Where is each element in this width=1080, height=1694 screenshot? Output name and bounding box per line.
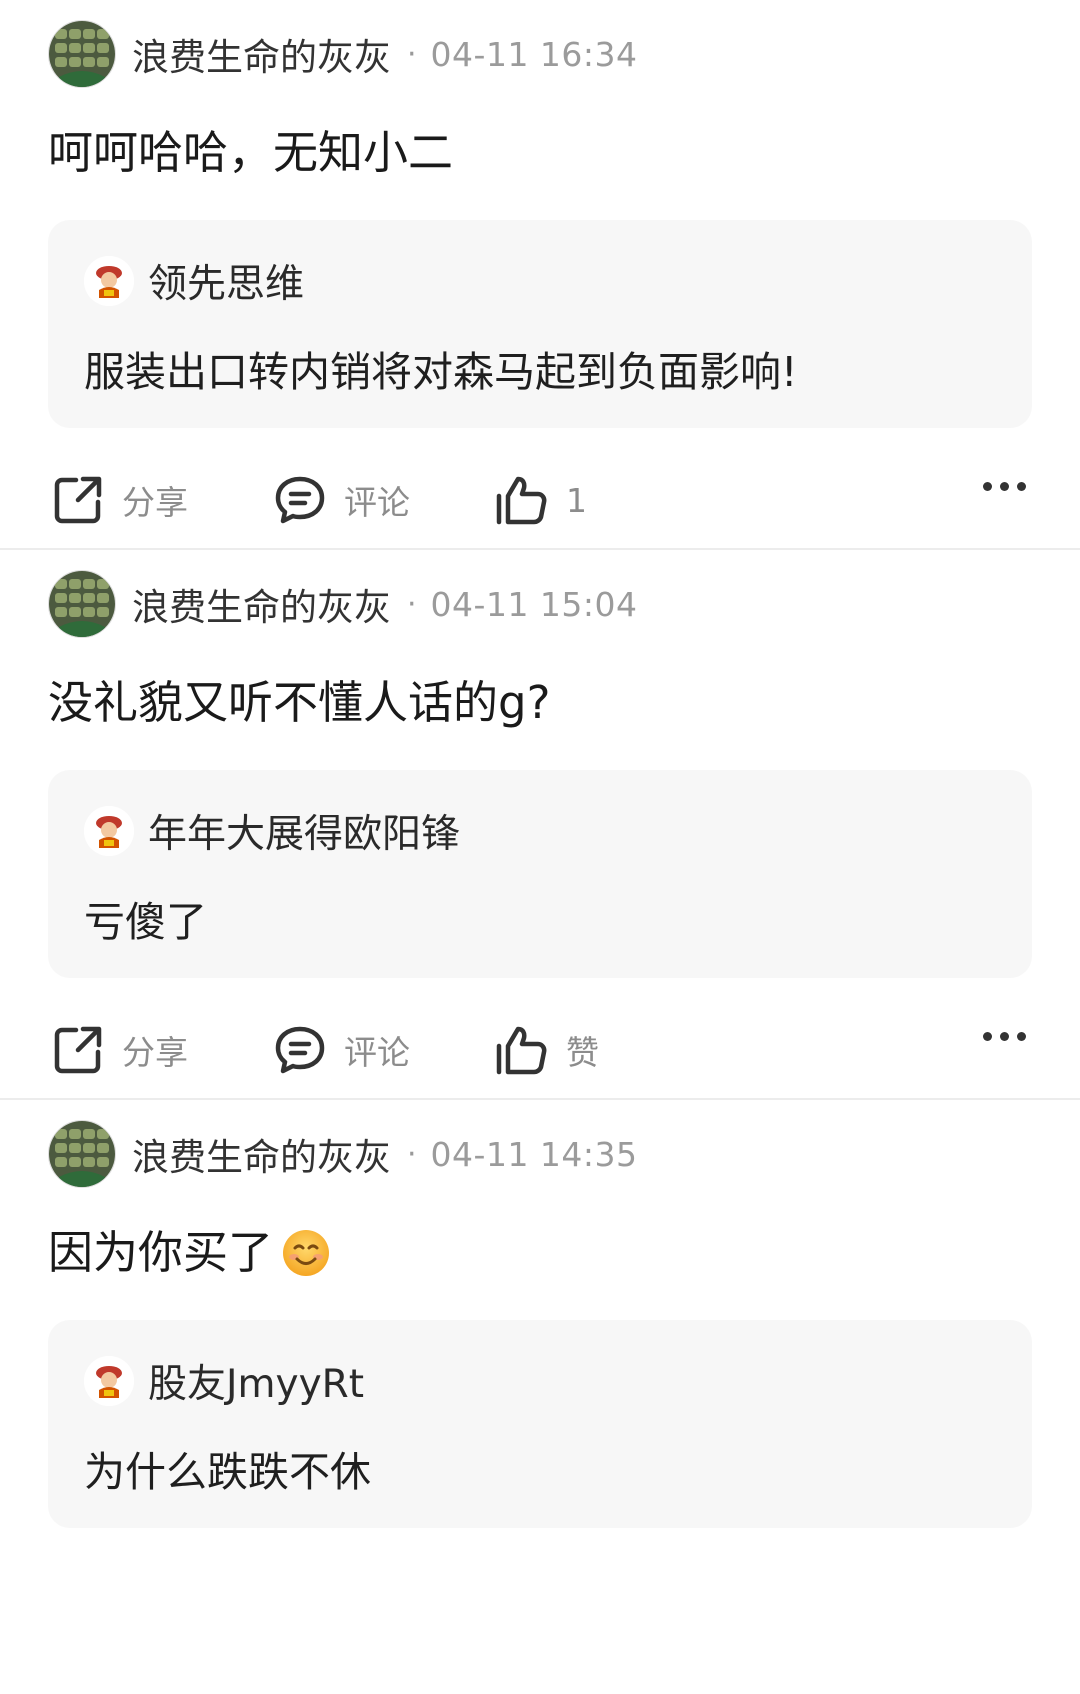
action-bar: 分享 评论 赞 [48,1008,1032,1098]
post-header: 浪费生命的灰灰 · 04-11 15:04 [48,568,1032,640]
like-label: 赞 [566,1033,599,1072]
like-count: 1 [566,480,587,520]
share-label: 分享 [122,1033,188,1072]
thumbs-up-icon [496,1026,547,1075]
quoted-text: 为什么跌跌不休 [84,1448,371,1496]
share-icon [54,476,102,524]
quoted-post[interactable]: 股友JmyyRt 为什么跌跌不休 [48,1320,1032,1528]
quoted-post[interactable]: 领先思维 服装出口转内销将对森马起到负面影响! [48,220,1032,428]
share-button[interactable]: 分享 [52,474,188,526]
post-header: 浪费生命的灰灰 · 04-11 14:35 [48,1118,1032,1190]
quoted-avatar[interactable] [84,1356,134,1406]
quoted-avatar[interactable] [84,806,134,856]
quoted-username[interactable]: 股友JmyyRt [148,1353,364,1409]
comment-button[interactable]: 评论 [274,474,410,526]
author-name[interactable]: 浪费生命的灰灰 [132,577,391,631]
more-options-icon[interactable] [983,482,1026,491]
post-item[interactable]: 浪费生命的灰灰 · 04-11 15:04 没礼貌又听不懂人话的g? 年年大展得… [0,550,1080,1098]
thumbs-up-icon [496,476,547,525]
author-name[interactable]: 浪费生命的灰灰 [132,1127,391,1181]
quoted-text: 服装出口转内销将对森马起到负面影响! [84,348,798,396]
post-text: 因为你买了 [48,1226,274,1279]
quoted-username[interactable]: 年年大展得欧阳锋 [148,803,460,859]
quoted-avatar[interactable] [84,256,134,306]
post-header: 浪费生命的灰灰 · 04-11 16:34 [48,18,1032,90]
comment-button[interactable]: 评论 [274,1024,410,1076]
quoted-username[interactable]: 领先思维 [148,253,304,309]
share-label: 分享 [122,483,188,522]
post-text: 呵呵哈哈，无知小二 [48,126,454,179]
share-button[interactable]: 分享 [52,1024,188,1076]
comment-icon [275,476,325,524]
action-bar: 分享 评论 1 [48,458,1032,548]
comment-label: 评论 [344,1033,410,1072]
comment-label: 评论 [344,483,410,522]
smile-emoji-icon [283,1230,330,1276]
separator-dot: · [407,1136,417,1172]
post-item[interactable]: 浪费生命的灰灰 · 04-11 14:35 因为你买了 股友JmyyRt 为什么… [0,1100,1080,1528]
avatar[interactable] [48,570,116,638]
more-options-icon[interactable] [983,1032,1026,1041]
share-icon [54,1026,102,1074]
timestamp: 04-11 14:35 [430,1134,638,1174]
avatar[interactable] [48,1120,116,1188]
separator-dot: · [407,36,417,72]
avatar[interactable] [48,20,116,88]
comment-icon [275,1026,325,1074]
post-text: 没礼貌又听不懂人话的g? [48,676,551,729]
timestamp: 04-11 15:04 [430,584,638,624]
like-button[interactable]: 1 [494,474,587,526]
separator-dot: · [407,586,417,622]
author-name[interactable]: 浪费生命的灰灰 [132,27,391,81]
quoted-post[interactable]: 年年大展得欧阳锋 亏傻了 [48,770,1032,978]
like-button[interactable]: 赞 [494,1024,599,1076]
post-text-row: 因为你买了 [48,1226,1032,1280]
post-item[interactable]: 浪费生命的灰灰 · 04-11 16:34 呵呵哈哈，无知小二 领先思维 服装出… [0,0,1080,548]
timestamp: 04-11 16:34 [430,34,638,74]
quoted-text: 亏傻了 [84,898,207,946]
